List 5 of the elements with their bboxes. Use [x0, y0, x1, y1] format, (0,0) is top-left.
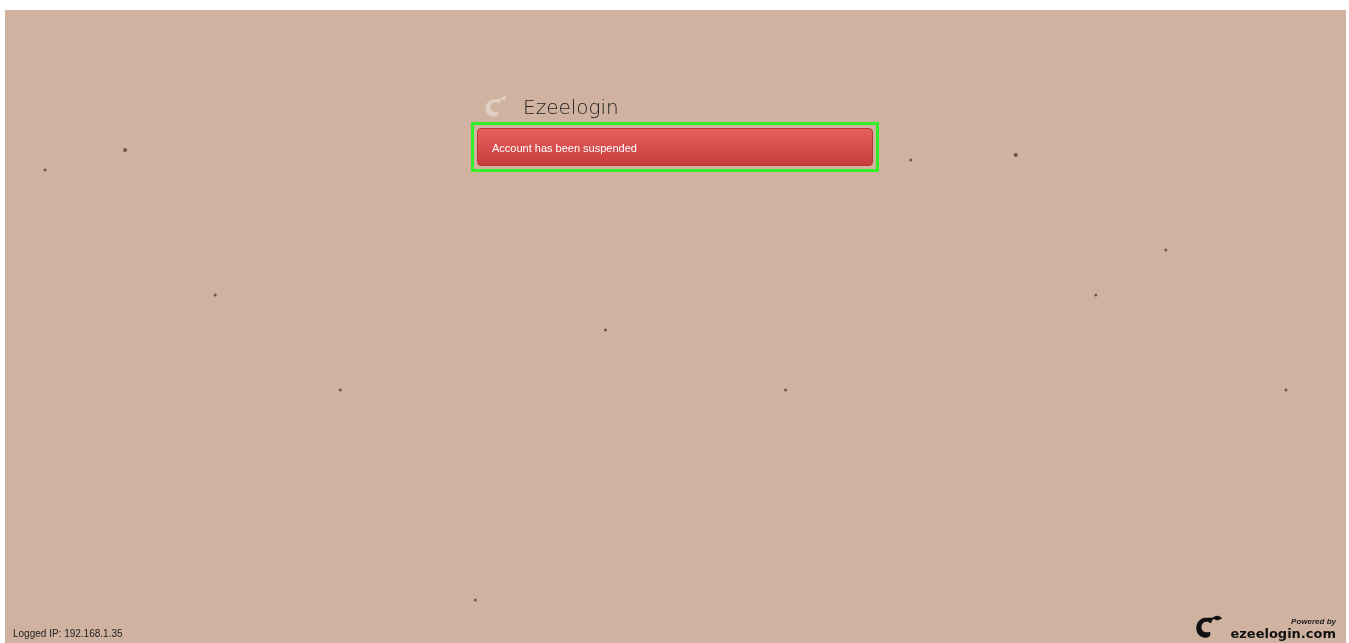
powered-by-text: Powered by [1291, 617, 1336, 626]
logged-ip-text: Logged IP: 192.168.1.35 [13, 628, 123, 641]
brand-text: ezeelogin.com [1230, 626, 1336, 641]
error-alert: Account has been suspended [477, 128, 873, 166]
app-title: Ezeelogin [523, 95, 619, 119]
